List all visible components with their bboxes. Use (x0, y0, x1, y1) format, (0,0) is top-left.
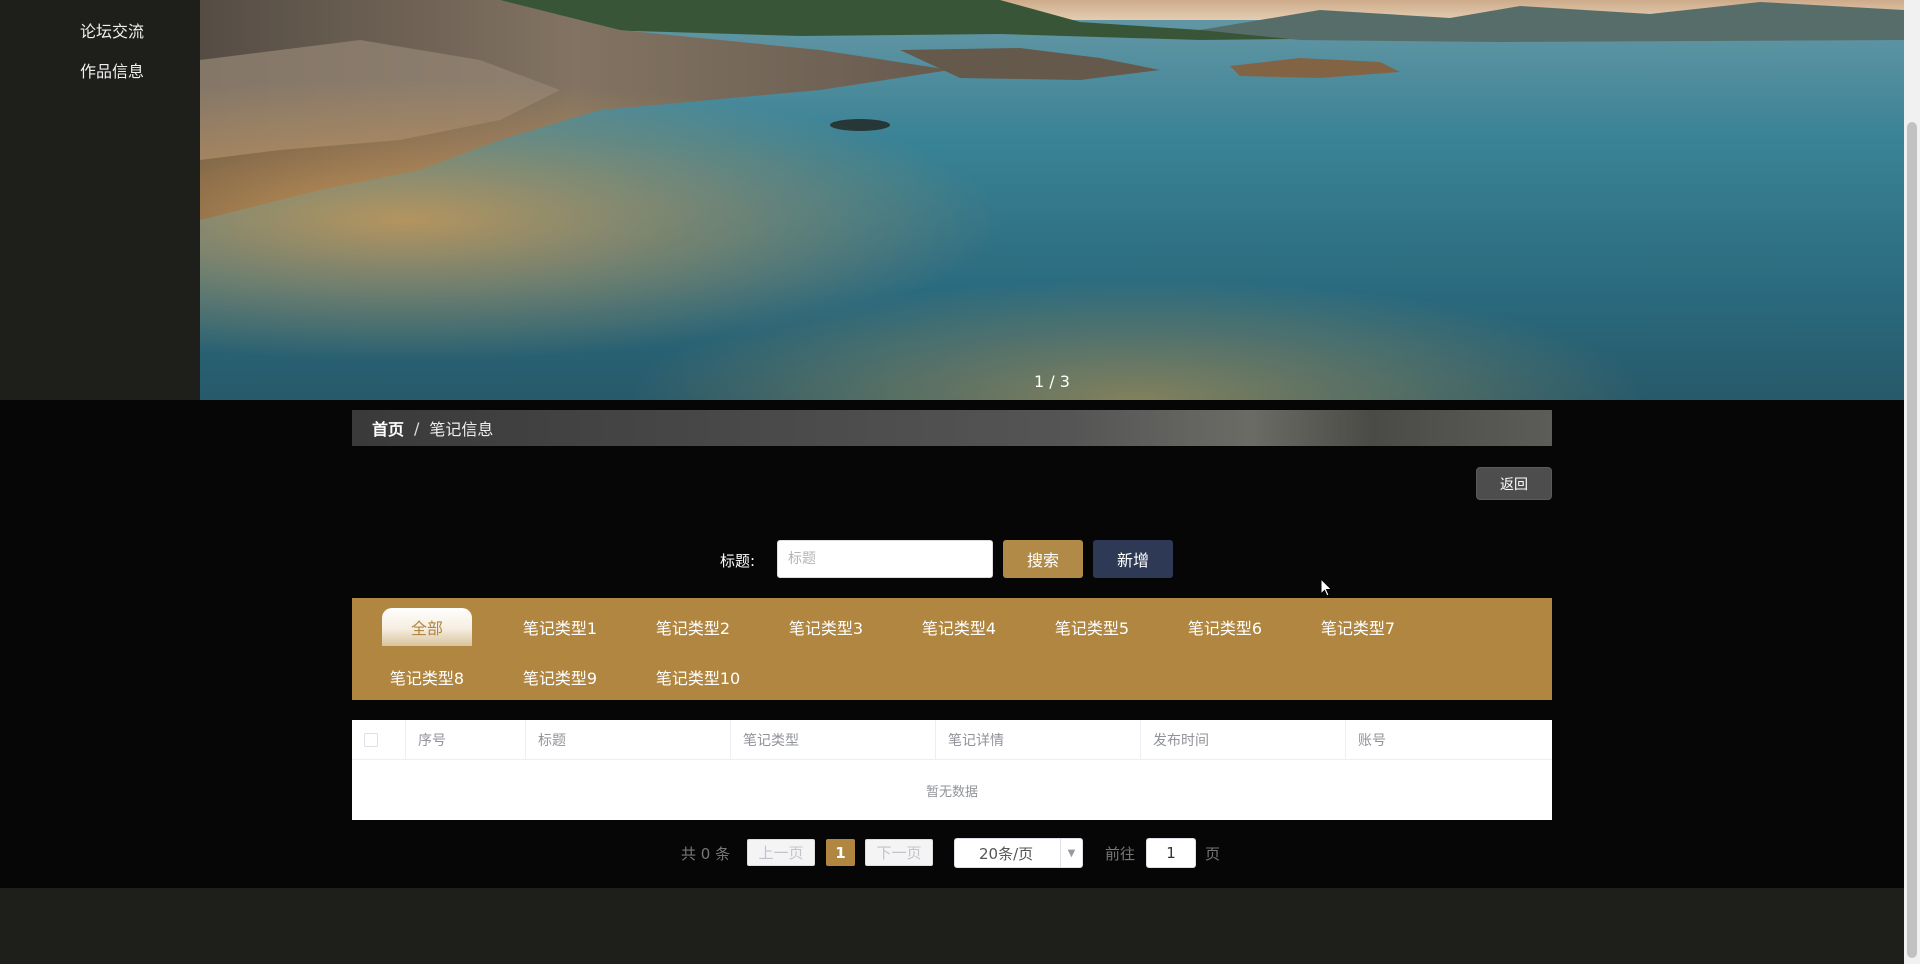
category-tabs: 全部 笔记类型1 笔记类型2 笔记类型3 笔记类型4 笔记类型5 笔记类型6 笔… (352, 598, 1552, 700)
column-header-note-type: 笔记类型 (731, 720, 936, 760)
main-content: 首页 / 笔记信息 返回 标题: 搜索 新增 全部 笔记类型1 笔记类型2 笔记… (0, 400, 1904, 888)
breadcrumb-separator: / (414, 418, 420, 438)
goto-page-input[interactable] (1146, 838, 1196, 868)
search-button[interactable]: 搜索 (1003, 540, 1083, 578)
search-label: 标题: (720, 552, 756, 570)
tab-note-type-9[interactable]: 笔记类型9 (515, 658, 605, 696)
tab-note-type-7[interactable]: 笔记类型7 (1313, 608, 1403, 646)
tab-note-type-8[interactable]: 笔记类型8 (382, 658, 472, 696)
page-scrollbar[interactable] (1904, 0, 1920, 964)
mouse-cursor-icon (1320, 578, 1333, 597)
column-header-note-detail: 笔记详情 (936, 720, 1141, 760)
tab-note-type-1[interactable]: 笔记类型1 (515, 608, 605, 646)
tab-note-type-10[interactable]: 笔记类型10 (648, 658, 748, 696)
select-all-checkbox[interactable] (364, 733, 378, 747)
page: 论坛交流 作品信息 1 / 3 首页 / 笔记信息 返回 标题: 标题 搜索 新… (0, 0, 1920, 964)
footer (0, 888, 1904, 964)
page-size-value: 20条/页 (979, 844, 1034, 863)
breadcrumb: 首页 / 笔记信息 (352, 410, 1552, 446)
notes-table: 序号 标题 笔记类型 笔记详情 发布时间 账号 暂无数据 (352, 720, 1552, 820)
page-number-current[interactable]: 1 (826, 839, 855, 866)
tab-note-type-4[interactable]: 笔记类型4 (914, 608, 1004, 646)
nav-item-works[interactable]: 作品信息 (80, 58, 144, 82)
breadcrumb-current: 笔记信息 (429, 420, 494, 439)
prev-page-button[interactable]: 上一页 (747, 839, 815, 866)
header-select-cell (352, 720, 406, 760)
banner-landscape-image (200, 0, 1904, 400)
column-header-index: 序号 (406, 720, 526, 760)
column-header-account: 账号 (1358, 733, 1386, 749)
empty-state: 暂无数据 (925, 784, 978, 800)
add-button[interactable]: 新增 (1093, 540, 1173, 578)
total-count: 共 0 条 (681, 845, 731, 863)
breadcrumb-home[interactable]: 首页 (372, 416, 404, 440)
chevron-down-icon: ▼ (1060, 839, 1082, 867)
tab-note-type-3[interactable]: 笔记类型3 (781, 608, 871, 646)
tab-note-type-2[interactable]: 笔记类型2 (648, 608, 738, 646)
pagination: 共 0 条 上一页 1 下一页 20条/页 ▼ 前往 页 (0, 838, 1904, 868)
goto-suffix: 页 (1205, 845, 1221, 863)
back-button[interactable]: 返回 (1476, 467, 1552, 500)
goto-label: 前往 (1105, 845, 1136, 863)
tab-note-type-5[interactable]: 笔记类型5 (1047, 608, 1137, 646)
carousel-indicator: 1 / 3 (1034, 372, 1070, 391)
tab-note-type-6[interactable]: 笔记类型6 (1180, 608, 1270, 646)
table-header: 序号 标题 笔记类型 笔记详情 发布时间 账号 (352, 720, 1552, 760)
tab-all[interactable]: 全部 (382, 608, 472, 646)
side-navigation: 论坛交流 作品信息 (0, 0, 200, 400)
next-page-button[interactable]: 下一页 (865, 839, 933, 866)
title-search-input[interactable] (777, 540, 993, 578)
page-size-select[interactable]: 20条/页 ▼ (954, 838, 1083, 868)
search-bar: 标题: 搜索 新增 (0, 540, 1904, 578)
banner-carousel[interactable]: 1 / 3 (200, 0, 1904, 400)
column-header-publish-time: 发布时间 (1141, 720, 1346, 760)
scrollbar-thumb[interactable] (1907, 122, 1917, 958)
nav-item-forum[interactable]: 论坛交流 (80, 18, 144, 42)
column-header-title: 标题 (526, 720, 731, 760)
